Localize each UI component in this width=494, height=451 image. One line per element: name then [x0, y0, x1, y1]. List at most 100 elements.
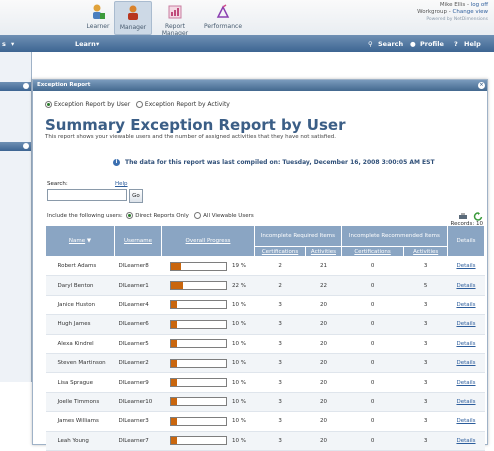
user-info: Mike Ellis - log off Workgroup - Change …	[417, 2, 488, 23]
details-link[interactable]: Details	[456, 321, 475, 327]
cell-rec-certifications: 0	[341, 353, 404, 374]
cell-req-certifications: 3	[254, 353, 306, 374]
role-report-manager[interactable]: Report Manager	[152, 3, 198, 37]
progress-fill	[171, 437, 177, 445]
progress-percent: 10 %	[232, 418, 246, 425]
cell-req-certifications: 3	[254, 295, 306, 316]
learn-dropdown-arrow[interactable]: ▾	[96, 40, 99, 48]
col-progress[interactable]: Overall Progress	[161, 225, 255, 257]
cell-req-activities: 20	[305, 295, 342, 316]
details-link[interactable]: Details	[456, 399, 475, 405]
cell-req-activities: 20	[305, 372, 342, 393]
cell-progress: 22 %	[161, 275, 255, 296]
cell-req-activities: 21	[305, 256, 342, 277]
progress-percent: 10 %	[232, 340, 246, 347]
cell-username: DlLearner4	[114, 295, 162, 316]
close-icon[interactable]: ×	[478, 82, 485, 89]
progress-percent: 10 %	[232, 398, 246, 405]
sort-desc-icon[interactable]: ▼	[87, 238, 91, 244]
progress-bar	[170, 300, 227, 310]
role-learner[interactable]: Learner	[84, 3, 112, 30]
radio-by-activity[interactable]	[135, 101, 143, 108]
search-nav-icon[interactable]: ⚲	[368, 40, 373, 48]
nav-dropdown-arrow[interactable]: ▾	[11, 40, 14, 48]
cell-details: Details	[447, 353, 485, 374]
learner-icon	[93, 4, 105, 19]
print-icon[interactable]	[458, 212, 468, 221]
cell-details: Details	[447, 334, 485, 354]
progress-bar	[170, 397, 227, 407]
rec-activities-link[interactable]: Activities	[413, 249, 438, 255]
details-link[interactable]: Details	[456, 283, 475, 289]
cell-req-activities: 20	[305, 392, 342, 413]
change-view-link[interactable]: Change view	[453, 9, 488, 15]
radio-direct-reports[interactable]	[126, 212, 134, 219]
cell-progress: 10 %	[161, 392, 255, 413]
exception-table: Name ▼ Username Overall Progress Incompl…	[45, 225, 485, 451]
col-name[interactable]: Name ▼	[45, 225, 115, 257]
progress-bar	[170, 358, 227, 368]
profile-icon[interactable]: ●	[410, 40, 416, 48]
table-row: James Williams DlLearner3 10 % 3 20 0 3 Details	[45, 411, 485, 432]
tab-by-user-label: Exception Report by User	[54, 101, 131, 108]
details-link[interactable]: Details	[456, 360, 475, 366]
role-performance-label: Performance	[203, 23, 243, 30]
col-username-link[interactable]: Username	[124, 238, 152, 244]
cell-rec-certifications: 0	[341, 275, 404, 296]
side-panel-close-icon[interactable]	[23, 83, 29, 89]
table-row: Robert Adams DlLearner8 19 % 2 21 0 3 Details	[45, 256, 485, 277]
cell-name: Leah Young	[45, 431, 115, 451]
col-progress-link[interactable]: Overall Progress	[186, 238, 231, 244]
help-icon[interactable]: ?	[454, 40, 458, 48]
col-name-link[interactable]: Name	[69, 238, 85, 244]
cell-username: DlLearner7	[114, 431, 162, 451]
refresh-icon[interactable]	[473, 212, 483, 221]
details-link[interactable]: Details	[456, 302, 475, 308]
table-row: Alexa Kindrel DlLearner5 10 % 3 20 0 3 Details	[45, 334, 485, 354]
info-icon: i	[113, 159, 120, 166]
radio-all-viewable[interactable]	[194, 212, 202, 219]
details-link[interactable]: Details	[456, 263, 475, 269]
cell-progress: 19 %	[161, 256, 255, 277]
progress-fill	[171, 359, 177, 367]
cell-username: DlLearner6	[114, 314, 162, 335]
side-panel-close-icon-2[interactable]	[23, 143, 29, 149]
details-link[interactable]: Details	[456, 341, 475, 347]
col-rec-activities[interactable]: Activities	[403, 246, 448, 257]
role-manager-label: Manager	[119, 24, 147, 31]
col-username[interactable]: Username	[114, 225, 162, 257]
side-panel-header-2	[0, 142, 31, 151]
go-button[interactable]: Go	[129, 189, 143, 203]
search-input[interactable]	[47, 189, 127, 201]
cell-req-certifications: 3	[254, 334, 306, 354]
table-row: Joelle Timmons DlLearner10 10 % 3 20 0 3 Detail…	[45, 392, 485, 413]
role-learner-label: Learner	[86, 23, 110, 30]
progress-bar	[170, 378, 227, 388]
report-window-title: Exception Report	[37, 82, 91, 88]
col-rec-certifications[interactable]: Certifications	[340, 246, 405, 257]
cell-rec-activities: 3	[403, 392, 448, 413]
progress-percent: 22 %	[232, 282, 246, 289]
cell-progress: 10 %	[161, 334, 255, 354]
details-link[interactable]: Details	[456, 380, 475, 386]
role-manager[interactable]: Manager	[114, 1, 152, 35]
nav-profile[interactable]: Profile	[420, 40, 444, 48]
cell-name: Hugh James	[45, 314, 115, 335]
role-performance[interactable]: Performance	[200, 3, 246, 30]
req-activities-link[interactable]: Activities	[311, 249, 336, 255]
cell-rec-certifications: 0	[341, 372, 404, 393]
cell-rec-activities: 3	[403, 295, 448, 316]
nav-item-cut[interactable]: s	[2, 40, 6, 48]
nav-search[interactable]: Search	[378, 40, 403, 48]
nav-help[interactable]: Help	[464, 40, 481, 48]
log-off-link[interactable]: log off	[471, 2, 488, 8]
rec-certifications-link[interactable]: Certifications	[354, 249, 390, 255]
nav-learn[interactable]: Learn	[75, 40, 96, 48]
search-help-link[interactable]: Help	[115, 181, 128, 187]
req-certifications-link[interactable]: Certifications	[262, 249, 298, 255]
col-req-certifications[interactable]: Certifications	[253, 246, 307, 257]
col-req-activities[interactable]: Activities	[305, 246, 342, 257]
radio-by-user[interactable]	[45, 101, 52, 108]
details-link[interactable]: Details	[456, 418, 475, 424]
progress-percent: 10 %	[232, 321, 246, 328]
